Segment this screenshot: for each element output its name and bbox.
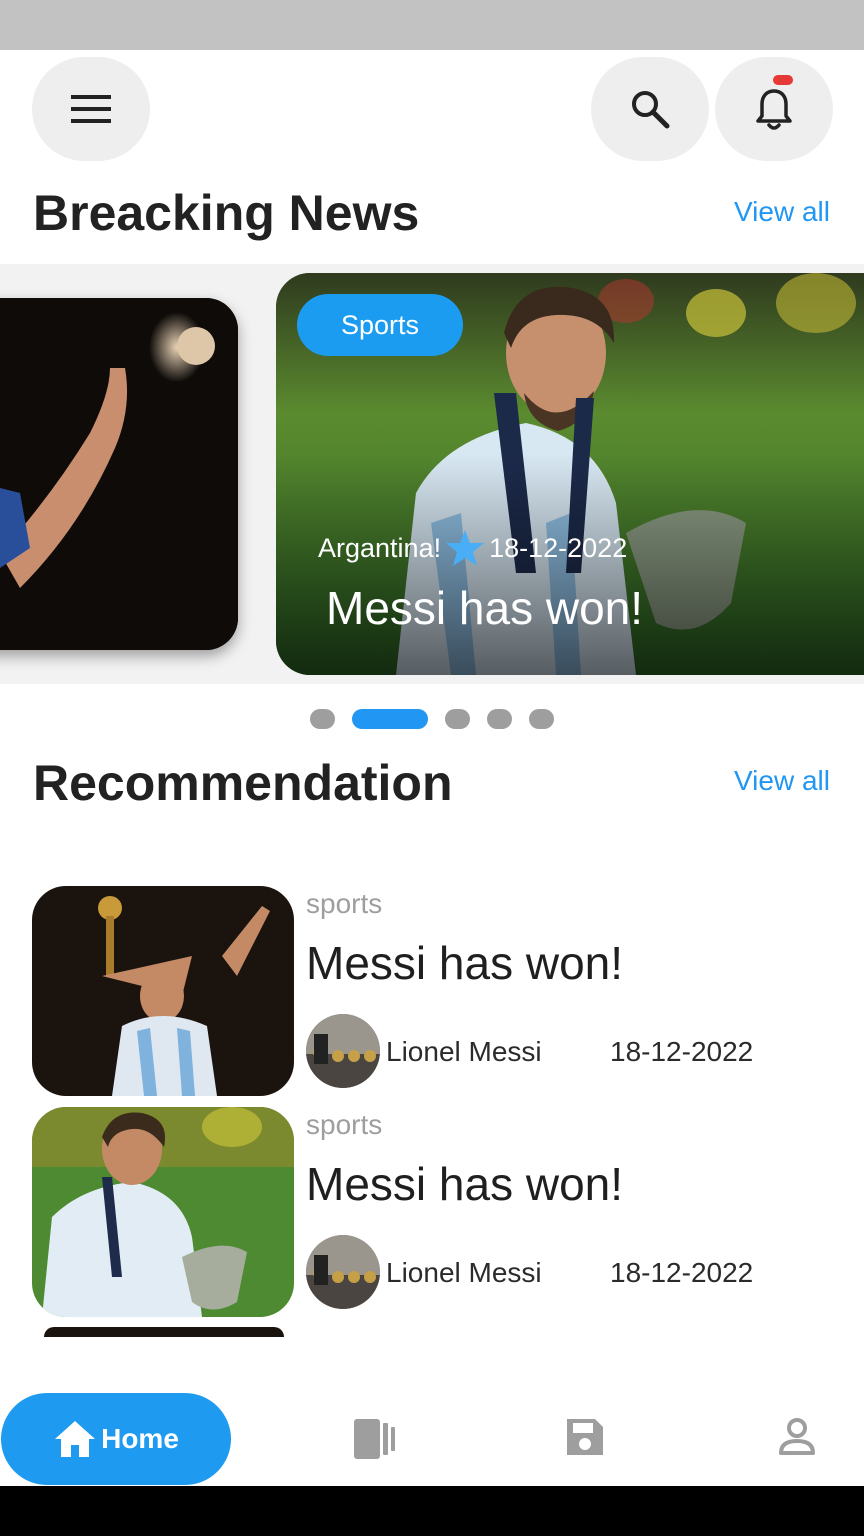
news-date: 18-12-2022 xyxy=(610,1257,754,1288)
news-category: sports xyxy=(306,1109,383,1140)
nav-articles-button[interactable] xyxy=(352,1417,398,1461)
recommendation-view-all-link[interactable]: View all xyxy=(734,765,830,797)
menu-button[interactable] xyxy=(32,57,150,161)
nav-profile-button[interactable] xyxy=(777,1417,817,1457)
news-headline[interactable]: Messi has won! xyxy=(306,936,623,990)
list-item[interactable]: sports Messi has won! Lionel Messi 18-12… xyxy=(32,886,832,1096)
star-icon xyxy=(445,529,485,567)
featured-location: Argantina! xyxy=(318,532,442,563)
pagination-dot[interactable] xyxy=(310,709,335,729)
avatar[interactable] xyxy=(306,1014,380,1088)
menu-icon xyxy=(71,95,111,123)
pagination-dot-active[interactable] xyxy=(352,709,428,729)
thumbnail-image-trophy xyxy=(32,886,294,1096)
home-icon xyxy=(55,1421,96,1457)
system-navigation-bar xyxy=(0,1486,864,1536)
featured-date: 18-12-2022 xyxy=(489,532,628,563)
list-item[interactable]: sports Messi has won! Lionel Messi 18-12… xyxy=(32,1107,832,1317)
nav-home-button[interactable]: Home xyxy=(1,1393,231,1485)
news-date: 18-12-2022 xyxy=(610,1036,754,1067)
featured-news-card[interactable]: Sports Argantina! 18-12-2022 Messi has w… xyxy=(276,273,864,675)
news-thumbnail[interactable] xyxy=(32,1107,294,1317)
recommendation-title: Recommendation xyxy=(33,755,453,811)
notification-dot xyxy=(773,75,793,85)
articles-icon xyxy=(354,1419,395,1459)
bell-icon xyxy=(756,89,792,130)
carousel-card-previous[interactable] xyxy=(0,298,238,650)
profile-icon xyxy=(779,1418,815,1455)
nav-home-label: Home xyxy=(101,1423,179,1454)
category-badge[interactable]: Sports xyxy=(297,294,463,356)
news-category: sports xyxy=(306,888,383,919)
breaking-news-title: Breacking News xyxy=(33,185,420,241)
bottom-navigation: Home xyxy=(0,1393,864,1486)
avatar-image xyxy=(306,1014,380,1088)
search-icon xyxy=(632,91,670,129)
save-icon xyxy=(567,1419,603,1455)
thumbnail-image-cup xyxy=(32,1107,294,1317)
breaking-news-carousel[interactable]: Sports Argantina! 18-12-2022 Messi has w… xyxy=(0,264,864,684)
featured-meta: Argantina! 18-12-2022 xyxy=(318,529,627,567)
app-screen: Breacking News View all Sports Argantina… xyxy=(0,50,864,1486)
news-thumbnail[interactable] xyxy=(32,886,294,1096)
status-bar xyxy=(0,0,864,50)
search-button[interactable] xyxy=(591,57,709,161)
pagination-dot[interactable] xyxy=(487,709,512,729)
pagination-dot[interactable] xyxy=(529,709,554,729)
breaking-view-all-link[interactable]: View all xyxy=(734,196,830,228)
carousel-pagination xyxy=(310,709,571,729)
news-author: Lionel Messi xyxy=(386,1036,542,1067)
previous-card-image xyxy=(0,298,238,650)
nav-saved-button[interactable] xyxy=(565,1417,605,1457)
featured-headline[interactable]: Messi has won! xyxy=(326,581,643,635)
avatar-image xyxy=(306,1235,380,1309)
news-author: Lionel Messi xyxy=(386,1257,542,1288)
news-thumbnail-partial[interactable] xyxy=(44,1327,284,1337)
avatar[interactable] xyxy=(306,1235,380,1309)
pagination-dot[interactable] xyxy=(445,709,470,729)
news-headline[interactable]: Messi has won! xyxy=(306,1157,623,1211)
notifications-button[interactable] xyxy=(715,57,833,161)
